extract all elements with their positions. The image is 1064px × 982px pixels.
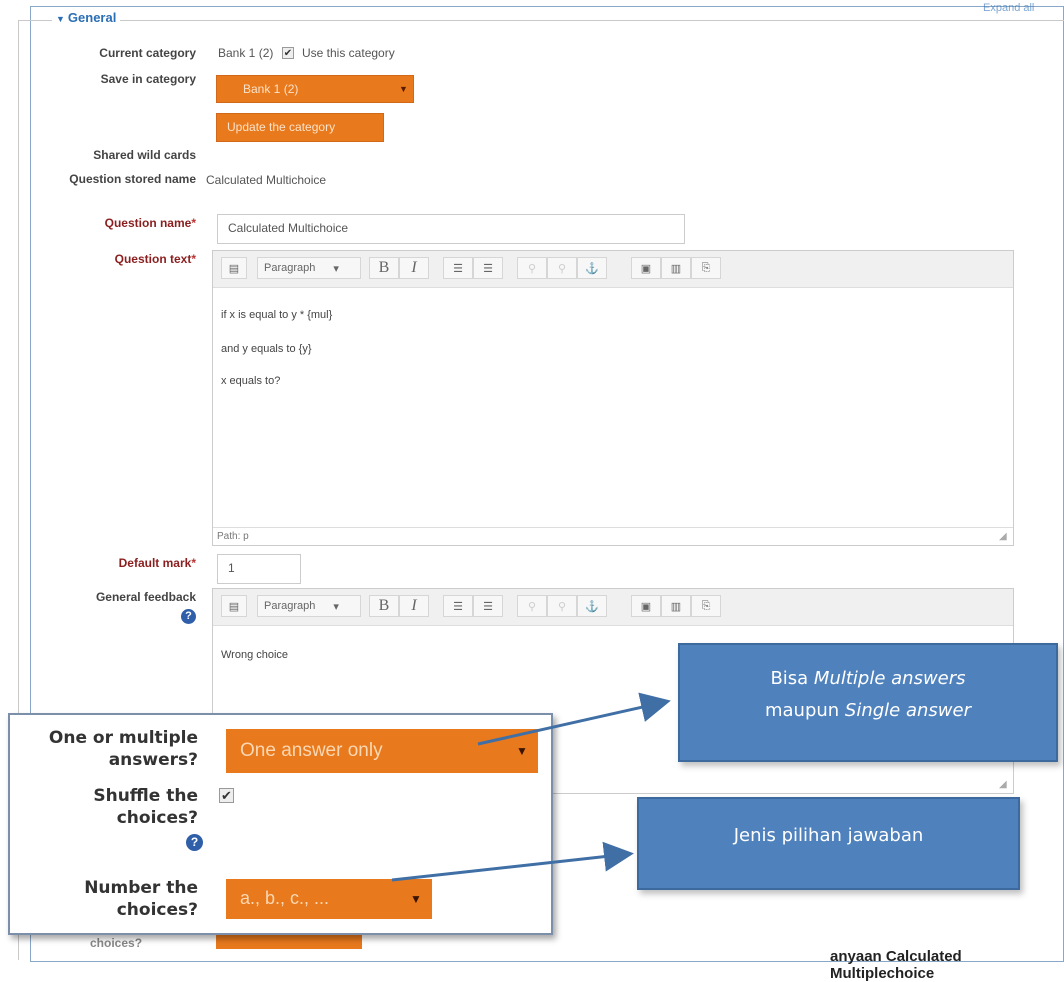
callout-arrows	[391, 692, 671, 882]
figure-caption: anyaan Calculated Multiplechoice	[830, 948, 962, 982]
arrow-to-answers	[477, 692, 671, 746]
arrow-to-numbering	[391, 841, 634, 882]
